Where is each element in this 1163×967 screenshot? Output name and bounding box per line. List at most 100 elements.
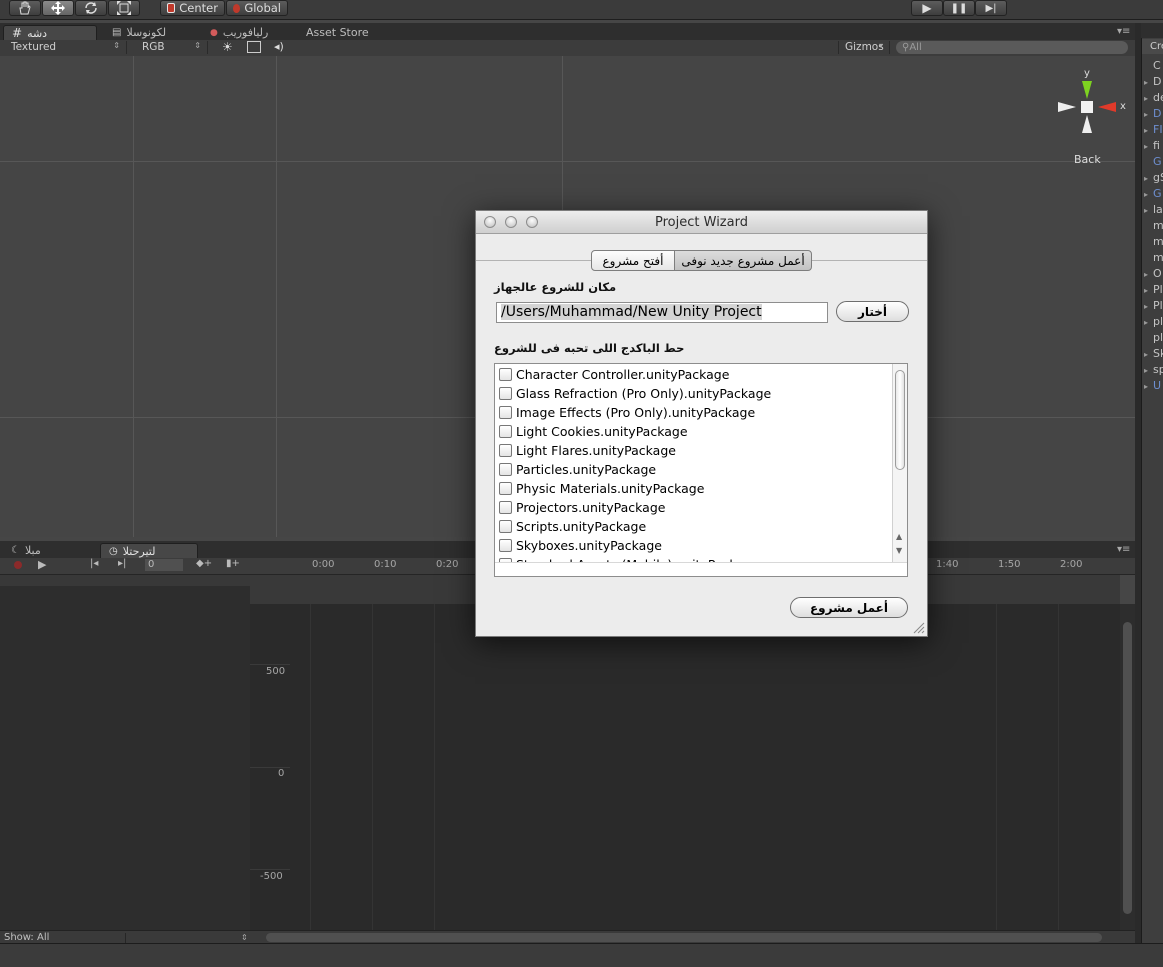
hierarchy-item[interactable]: ▸ pl <box>1144 315 1163 328</box>
panel-splitter[interactable] <box>1135 23 1141 943</box>
add-keyframe-button[interactable]: ◆+ <box>196 558 212 569</box>
lighting-toggle[interactable]: ☀ <box>222 40 233 54</box>
hierarchy-item[interactable]: ▸sp <box>1144 363 1163 376</box>
expand-arrow-icon[interactable]: ▸ <box>1144 78 1153 87</box>
next-key-button[interactable]: ▸| <box>118 558 126 569</box>
hierarchy-item[interactable]: ▸ FI <box>1144 123 1163 136</box>
zoom-window-button[interactable] <box>526 216 538 228</box>
gizmo-neg-y-axis-icon[interactable] <box>1082 115 1092 133</box>
hierarchy-item[interactable]: G <box>1144 155 1162 168</box>
package-item[interactable]: Particles.unityPackage <box>499 460 656 479</box>
package-checkbox[interactable] <box>499 520 512 533</box>
package-checkbox[interactable] <box>499 387 512 400</box>
dialog-titlebar[interactable]: Project Wizard <box>476 211 927 234</box>
audio-toggle-icon[interactable]: ◂) <box>274 40 284 53</box>
tab-profiler[interactable]: ● رليافوريب <box>202 25 298 40</box>
expand-arrow-icon[interactable]: ▸ <box>1144 270 1153 279</box>
package-checkbox[interactable] <box>499 444 512 457</box>
hierarchy-item[interactable]: ▸ O <box>1144 267 1162 280</box>
scroll-down-arrow-icon[interactable]: ▼ <box>896 546 902 555</box>
expand-arrow-icon[interactable]: ▸ <box>1144 110 1153 119</box>
gizmo-x-axis-icon[interactable] <box>1098 102 1116 112</box>
gizmo-neg-x-axis-icon[interactable] <box>1058 102 1076 112</box>
play-button[interactable]: ▶ <box>911 0 943 16</box>
browse-button[interactable]: أختار <box>836 301 909 322</box>
package-list[interactable]: Character Controller.unityPackage Glass R… <box>494 363 908 577</box>
gizmo-center-icon[interactable] <box>1081 101 1093 113</box>
hierarchy-item[interactable]: ▸ U <box>1144 379 1161 392</box>
create-project-button[interactable]: أعمل مشروع <box>790 597 908 618</box>
tab-console[interactable]: ▤ لكونوسلا <box>104 25 200 40</box>
expand-arrow-icon[interactable]: ▸ <box>1144 382 1153 391</box>
minimize-window-button[interactable] <box>505 216 517 228</box>
package-item[interactable]: Light Flares.unityPackage <box>499 441 676 460</box>
package-checkbox[interactable] <box>499 406 512 419</box>
tab-animation[interactable]: ◷ لتيرحتلا <box>100 543 198 558</box>
create-dropdown[interactable]: Cre <box>1142 39 1163 54</box>
pivot-global-button[interactable]: Global <box>226 0 288 16</box>
hierarchy-item[interactable]: m <box>1144 219 1163 232</box>
step-button[interactable]: ▶| <box>975 0 1007 16</box>
hierarchy-item[interactable]: ▸gS <box>1144 171 1163 184</box>
hierarchy-item[interactable]: ▸Sk <box>1144 347 1163 360</box>
expand-arrow-icon[interactable]: ▸ <box>1144 318 1153 327</box>
gizmo-y-axis-icon[interactable] <box>1082 81 1092 99</box>
expand-arrow-icon[interactable]: ▸ <box>1144 206 1153 215</box>
hierarchy-item[interactable]: m <box>1144 251 1163 264</box>
package-list-scrollbar[interactable]: ▲ ▼ <box>892 364 907 562</box>
expand-arrow-icon[interactable]: ▸ <box>1144 286 1153 295</box>
hierarchy-item[interactable]: ▸de <box>1144 91 1163 104</box>
tab-create-project[interactable]: أعمل مشروع جديد نوفى <box>674 250 812 271</box>
package-item[interactable]: Scripts.unityPackage <box>499 517 646 536</box>
package-item[interactable]: Skyboxes.unityPackage <box>499 536 662 555</box>
scene-search-input[interactable]: ⚲All <box>896 41 1128 54</box>
package-item[interactable]: Physic Materials.unityPackage <box>499 479 704 498</box>
package-checkbox[interactable] <box>499 368 512 381</box>
scrollbar-thumb[interactable] <box>895 370 905 470</box>
package-item[interactable]: Glass Refraction (Pro Only).unityPackage <box>499 384 771 403</box>
tab-lightmap[interactable]: ☾ مبلا <box>3 543 97 558</box>
scrollbar-thumb[interactable] <box>1123 622 1132 914</box>
hierarchy-item[interactable]: ▸ fi <box>1144 139 1160 152</box>
package-item[interactable]: Projectors.unityPackage <box>499 498 665 517</box>
package-item[interactable]: Character Controller.unityPackage <box>499 365 729 384</box>
frame-field[interactable]: 0 <box>145 559 183 571</box>
expand-arrow-icon[interactable]: ▸ <box>1144 126 1153 135</box>
project-path-field[interactable]: /Users/Muhammad/New Unity Project <box>496 302 828 323</box>
hierarchy-item[interactable]: ▸ D <box>1144 75 1161 88</box>
panel-menu-icon[interactable]: ▾≡ <box>1117 26 1130 37</box>
package-checkbox[interactable] <box>499 539 512 552</box>
hierarchy-item[interactable]: ▸ Pl <box>1144 299 1163 312</box>
record-button[interactable] <box>14 561 22 569</box>
expand-arrow-icon[interactable]: ▸ <box>1144 366 1153 375</box>
tab-open-project[interactable]: أفتح مشروع <box>591 250 675 271</box>
hierarchy-item[interactable]: m <box>1144 235 1163 248</box>
expand-arrow-icon[interactable]: ▸ <box>1144 190 1153 199</box>
prev-key-button[interactable]: |◂ <box>90 558 98 569</box>
scroll-up-arrow-icon[interactable]: ▲ <box>896 532 902 541</box>
expand-arrow-icon[interactable]: ▸ <box>1144 94 1153 103</box>
hierarchy-item[interactable]: ▸ G <box>1144 187 1162 200</box>
package-checkbox[interactable] <box>499 425 512 438</box>
expand-arrow-icon[interactable]: ▸ <box>1144 350 1153 359</box>
package-item[interactable]: Image Effects (Pro Only).unityPackage <box>499 403 755 422</box>
image-toggle-icon[interactable] <box>247 41 261 53</box>
horizontal-scrollbar[interactable] <box>266 933 1102 942</box>
render-mode-dropdown[interactable]: Textured ⇕ <box>5 41 127 54</box>
channel-dropdown[interactable]: RGB ⇕ <box>136 41 208 54</box>
scale-tool-button[interactable] <box>108 0 140 16</box>
rotate-tool-button[interactable] <box>75 0 107 16</box>
resize-grip-icon[interactable] <box>913 622 925 634</box>
panel-menu-icon[interactable]: ▾≡ <box>1117 544 1130 555</box>
tab-scene[interactable]: # دشه <box>3 25 97 40</box>
gizmos-dropdown[interactable]: Gizmos ▾ <box>838 41 890 54</box>
expand-arrow-icon[interactable]: ▸ <box>1144 302 1153 311</box>
hierarchy-item[interactable]: ▸ la <box>1144 203 1163 216</box>
hierarchy-item[interactable]: pl <box>1144 331 1163 344</box>
add-event-button[interactable]: ▮+ <box>226 558 240 569</box>
scene-gizmo[interactable]: y x Back <box>1052 64 1132 179</box>
close-window-button[interactable] <box>484 216 496 228</box>
package-checkbox[interactable] <box>499 501 512 514</box>
curve-vertical-scrollbar[interactable] <box>1120 604 1135 930</box>
hierarchy-item[interactable]: ▸ D <box>1144 107 1161 120</box>
